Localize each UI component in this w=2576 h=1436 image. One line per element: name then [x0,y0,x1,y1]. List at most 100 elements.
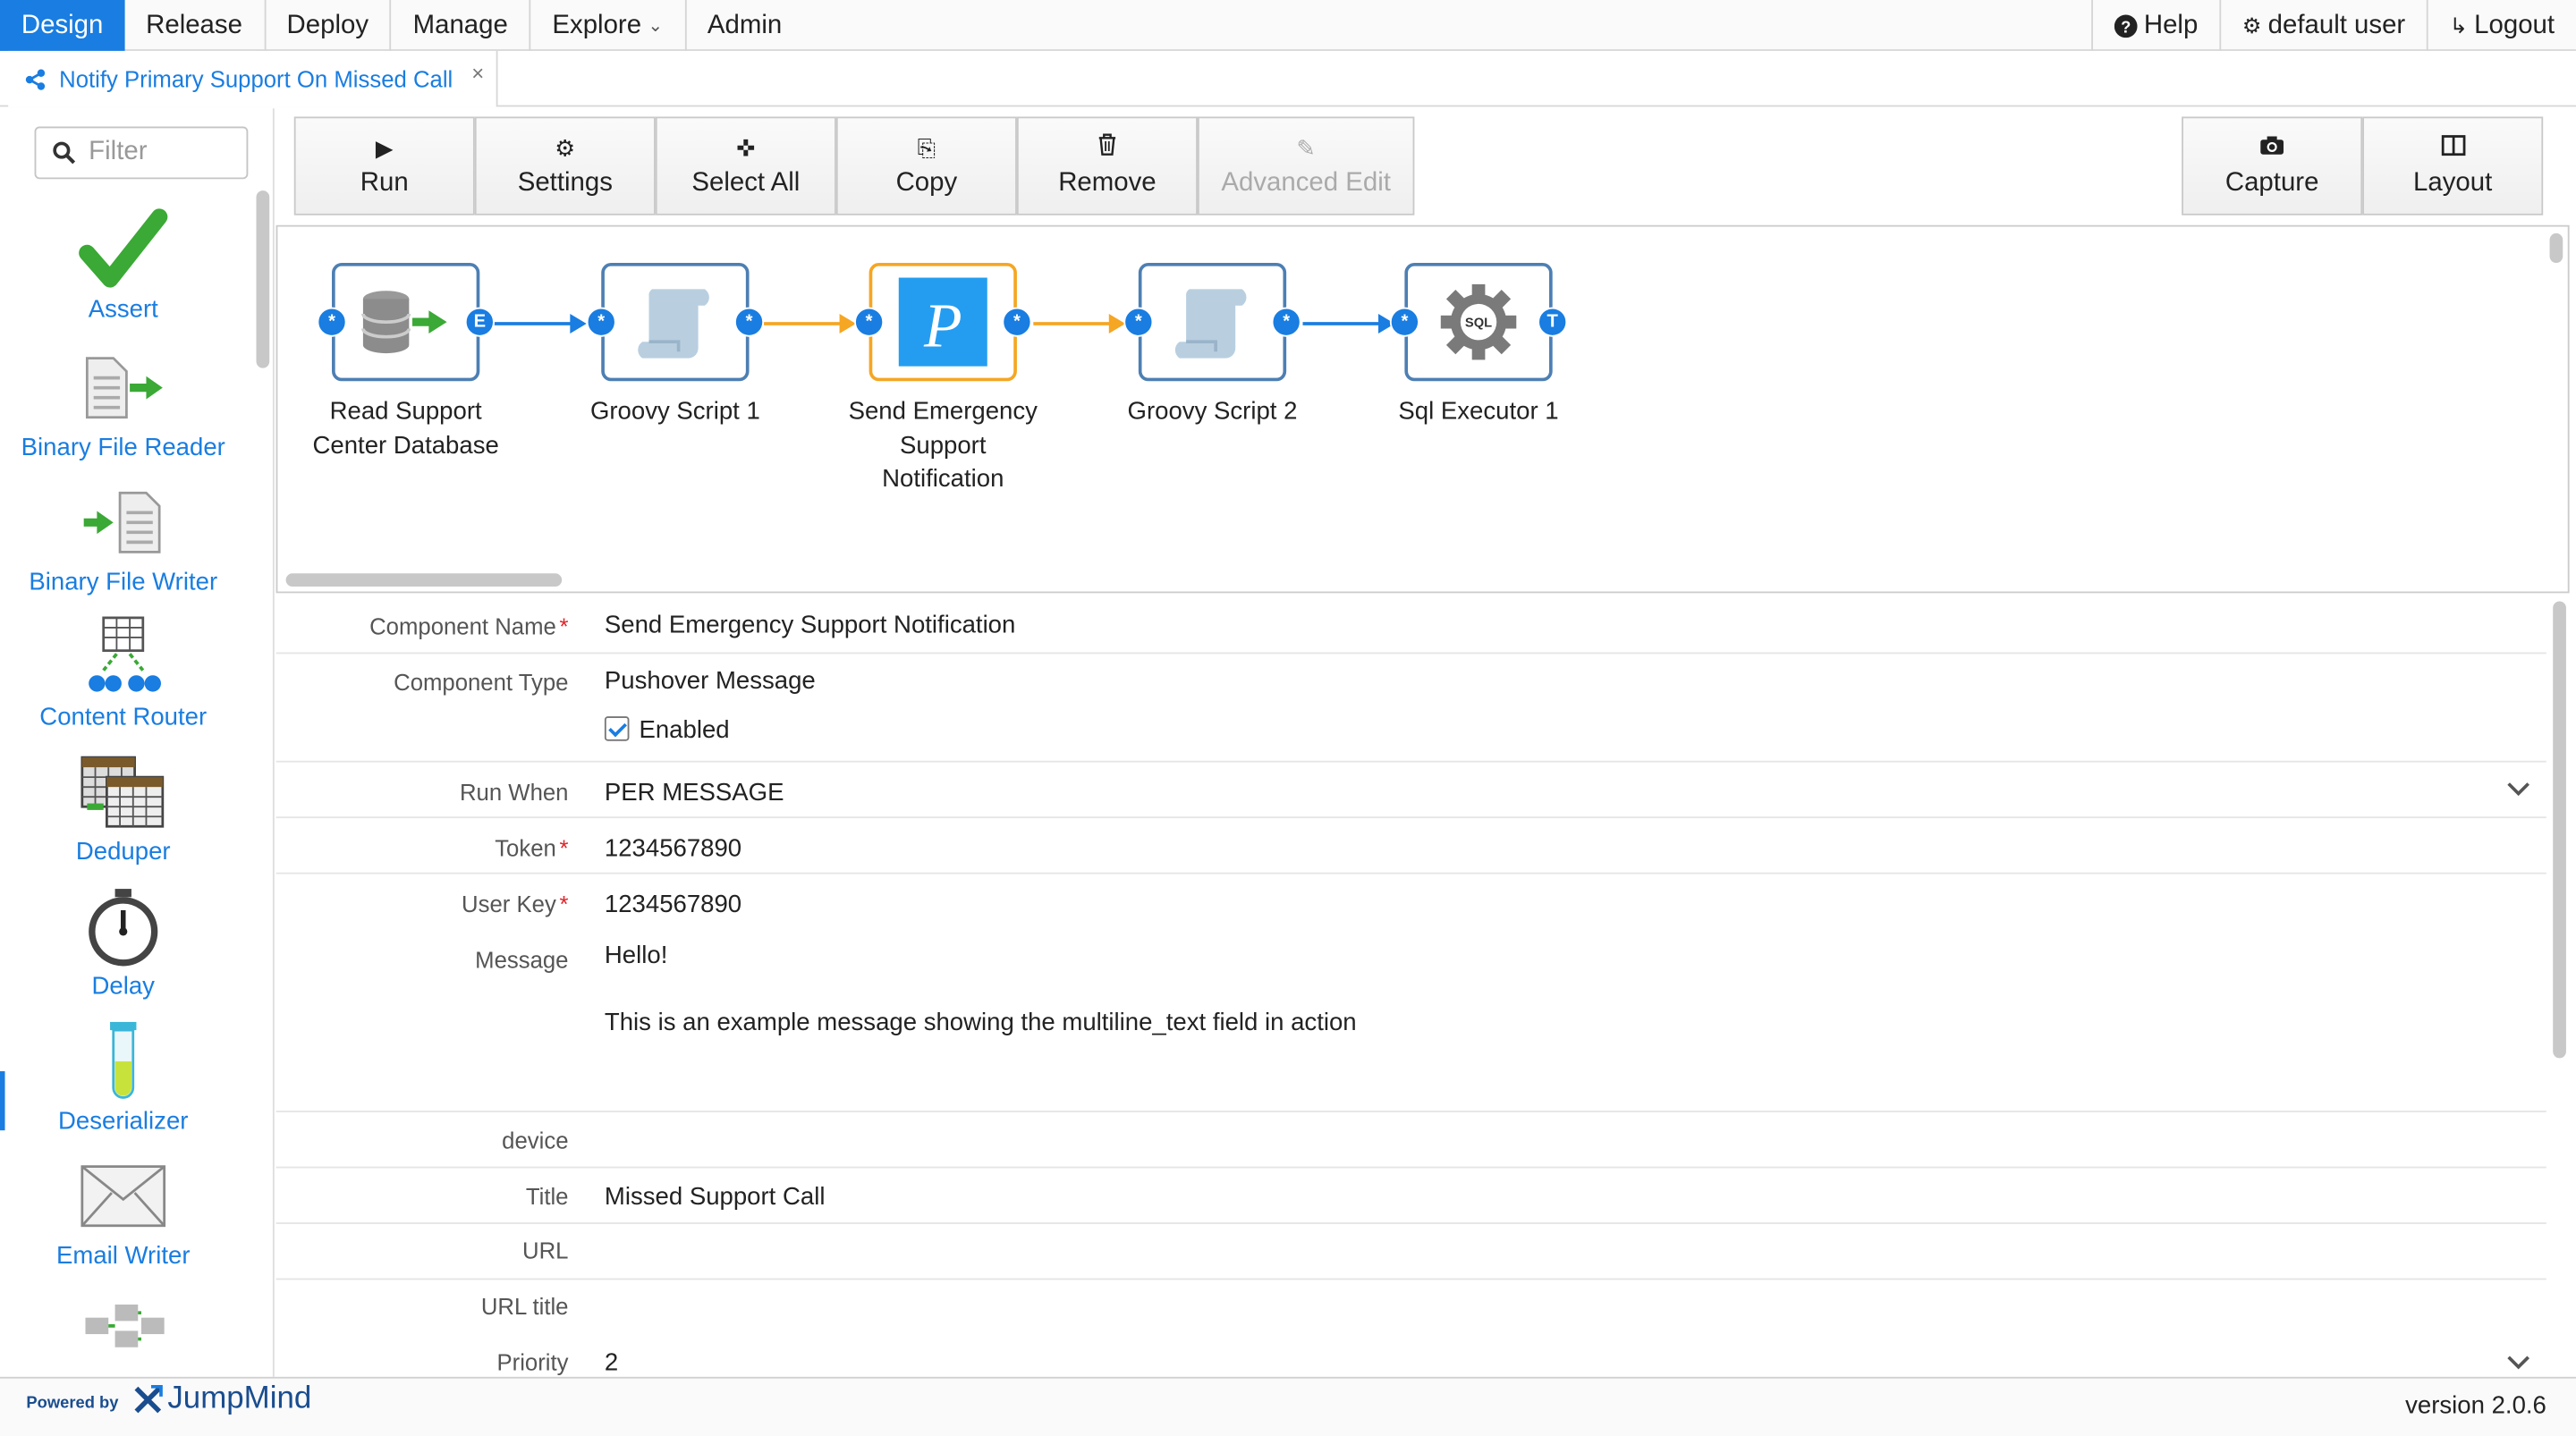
palette-item-label: Delay [91,972,155,1001]
output-port[interactable]: E [464,307,495,337]
run-button[interactable]: ▶ Run [293,116,475,215]
input-port[interactable]: * [1389,307,1419,337]
input-port[interactable]: * [317,307,347,337]
gear-icon: ⚙ [2241,12,2262,38]
output-port[interactable]: * [1002,307,1032,337]
canvas-horizontal-scrollbar[interactable] [285,573,563,587]
menu-design[interactable]: Design [0,0,125,51]
flow-toolbar-right: Capture Layout [2182,116,2544,215]
flow-canvas[interactable]: * E Read Support Center Database * * Groo… [275,224,2570,594]
menu-deploy[interactable]: Deploy [266,0,392,51]
select-all-label: Select All [691,169,801,198]
output-port[interactable]: * [1271,307,1301,337]
input-port[interactable]: * [854,307,885,337]
palette-item-assert[interactable]: Assert [0,207,247,324]
editor-tab-bar: Notify Primary Support On Missed Call × [0,50,2576,107]
message-textarea[interactable]: Hello! This is an example message showin… [605,940,1357,1040]
arrow-icon [1108,313,1126,334]
palette-scrollbar[interactable] [256,190,270,368]
properties-scrollbar[interactable] [2553,601,2566,1059]
layout-button[interactable]: Layout [2362,116,2544,215]
menu-explore[interactable]: Explore ⌄ [531,0,687,51]
token-field[interactable]: 1234567890 [605,834,741,862]
copy-label: Copy [895,169,958,198]
palette-item-binary-file-writer[interactable]: Binary File Writer [0,480,247,596]
prop-token: Token * 1234567890 [275,818,2546,874]
node-label: Groovy Script 1 [589,397,760,426]
palette-item-label: Email Writer [55,1242,191,1271]
remove-button[interactable]: Remove [1016,116,1198,215]
palette-item-deduper[interactable]: Deduper [0,749,247,866]
camera-icon [2258,133,2284,163]
node-send-emergency-support-notification[interactable]: P [869,263,1017,382]
run-label: Run [360,169,409,198]
link-3-4[interactable] [1033,322,1119,325]
node-sql-executor-1[interactable]: SQL [1404,263,1553,382]
prop-user-key: User Key * 1234567890 [276,874,2546,930]
link-1-2[interactable] [494,322,580,325]
script-scroll-icon [638,289,709,359]
user-menu-button[interactable]: ⚙ default user [2219,0,2427,51]
link-2-3[interactable] [764,322,850,325]
sql-gear-icon: SQL [1440,283,1517,360]
prop-label: URL title [480,1293,569,1320]
canvas-vertical-scrollbar[interactable] [2549,232,2563,263]
input-port[interactable]: * [1123,307,1154,337]
node-read-support-center-database[interactable] [332,263,480,382]
chevron-down-icon[interactable] [2507,775,2530,801]
priority-select[interactable]: 2 [605,1349,618,1377]
advanced-edit-label: Advanced Edit [1221,169,1391,198]
help-button[interactable]: ? Help [2091,0,2219,51]
share-nodes-icon [25,68,46,89]
run-when-select[interactable]: PER MESSAGE [605,779,784,807]
menu-manage[interactable]: Manage [392,0,531,51]
tab-flow[interactable]: Notify Primary Support On Missed Call × [8,50,497,107]
prop-label: URL [522,1237,569,1264]
prop-label: Component Type [394,668,569,696]
settings-button[interactable]: ⚙ Settings [474,116,656,215]
node-groovy-script-1[interactable] [601,263,750,382]
copy-button[interactable]: ⎘ Copy [835,116,1017,215]
prop-url: URL [275,1224,2546,1280]
link-4-5[interactable] [1302,322,1389,325]
prop-label: Component Name * [369,612,569,639]
prop-label: Message [475,946,569,973]
pushover-icon: P [898,277,987,367]
capture-button[interactable]: Capture [2182,116,2363,215]
advanced-edit-button[interactable]: ✎ Advanced Edit [1197,116,1415,215]
component-name-field[interactable]: Send Emergency Support Notification [605,612,1015,639]
prop-component-type: Component Type Pushover Message [276,654,2546,709]
svg-text:?: ? [2121,17,2131,36]
logout-button[interactable]: ↳ Logout [2427,0,2576,51]
node-label: Send Emergency Support Notification [848,397,1038,494]
tab-close-icon[interactable]: × [471,61,484,86]
filter-placeholder: Filter [89,138,148,166]
deduper-icon [80,756,165,828]
palette-item-deserializer[interactable]: Deserializer [0,1018,247,1136]
filter-input[interactable]: Filter [34,126,249,180]
palette-item-delay[interactable]: Delay [0,884,247,1001]
input-port[interactable]: * [586,307,616,337]
powered-by-label: Powered by [26,1395,119,1414]
output-port[interactable]: T [1538,307,1568,337]
chevron-down-icon[interactable] [2507,1349,2530,1375]
menu-admin[interactable]: Admin [686,0,803,51]
node-groovy-script-2[interactable] [1138,263,1287,382]
palette-item-content-router[interactable]: Content Router [0,614,247,731]
prop-label: Priority [496,1348,569,1375]
user-label: default user [2267,10,2406,39]
jumpmind-logo: JumpMind [131,1381,311,1417]
enabled-checkbox[interactable]: Enabled [604,716,730,744]
node-label: Groovy Script 2 [1127,397,1298,426]
output-port[interactable]: * [734,307,765,337]
footer: Powered by JumpMind version 2.0.6 [0,1376,2576,1436]
menu-release[interactable]: Release [124,0,266,51]
title-field[interactable]: Missed Support Call [605,1183,826,1211]
user-key-field[interactable]: 1234567890 [605,891,741,918]
palette-item-email-writer[interactable]: Email Writer [0,1153,247,1270]
select-all-button[interactable]: ✜ Select All [655,116,836,215]
palette-item-label: Binary File Writer [29,568,218,597]
palette-item-binary-file-reader[interactable]: Binary File Reader [0,345,247,461]
svg-text:SQL: SQL [1465,317,1492,331]
palette-item-partial[interactable] [0,1288,247,1374]
